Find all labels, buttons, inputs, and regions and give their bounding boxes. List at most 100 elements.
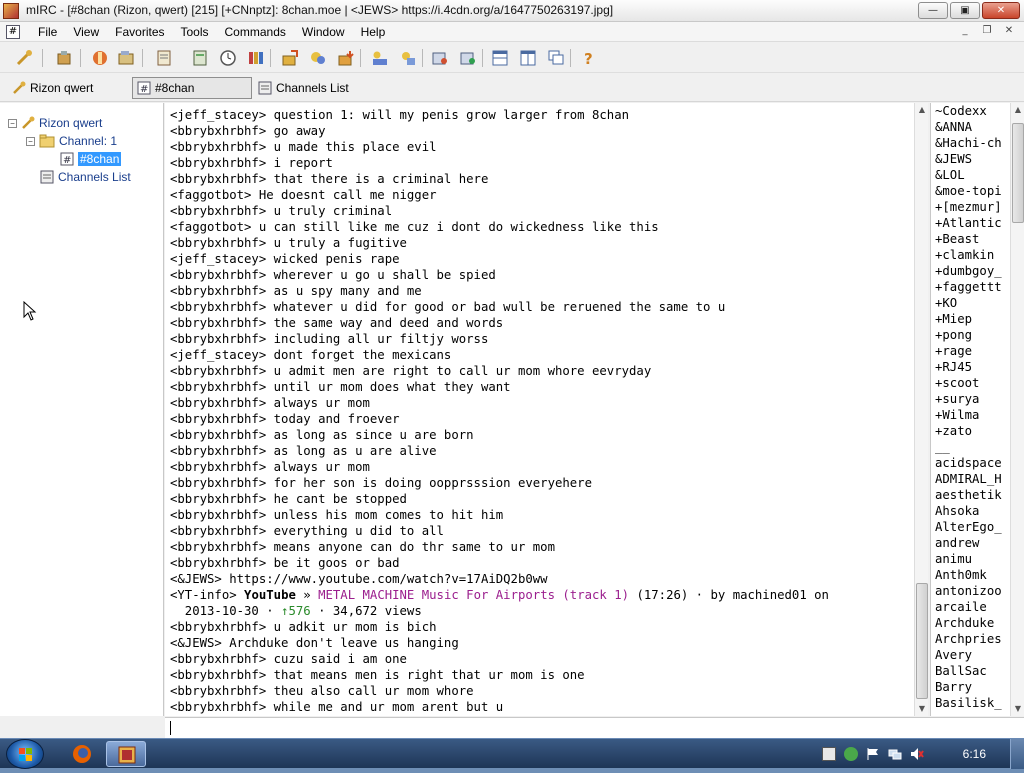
tree-server[interactable]: − Rizon qwert — [8, 115, 102, 131]
nick-entry[interactable]: aesthetik — [935, 487, 1002, 503]
online-icon[interactable] — [458, 48, 478, 68]
channel-window-icon[interactable]: # — [6, 25, 20, 39]
menu-help[interactable]: Help — [353, 24, 394, 40]
nick-list[interactable]: ~Codexx &ANNA &Hachi-ch &JEWS &LOL &moe-topi +… — [930, 103, 1010, 716]
nick-entry[interactable]: andrew — [935, 535, 1002, 551]
nick-entry[interactable]: acidspace — [935, 455, 1002, 471]
show-desktop-button[interactable] — [1010, 739, 1024, 769]
collapse-icon[interactable]: − — [8, 118, 17, 128]
nicklist-scrollbar[interactable]: ▲ ▼ — [1010, 103, 1024, 716]
nick-entry[interactable]: +KO — [935, 295, 1002, 311]
notes-tray-icon[interactable] — [822, 747, 836, 761]
action-center-flag-icon[interactable] — [866, 747, 880, 761]
switchbar-server[interactable]: Rizon qwert — [8, 77, 97, 99]
nick-entry[interactable]: +Wilma — [935, 407, 1002, 423]
mdi-minimize-button[interactable]: _ — [956, 24, 974, 39]
mdi-close-button[interactable]: ✕ — [1000, 24, 1018, 39]
mirc-app-icon[interactable] — [3, 3, 19, 19]
nick-entry[interactable]: +Atlantic — [935, 215, 1002, 231]
menu-file[interactable]: File — [30, 24, 65, 40]
chat-scrollbar[interactable]: ▲ ▼ — [914, 103, 928, 716]
logs-icon[interactable] — [430, 48, 450, 68]
nick-entry[interactable]: +faggettt — [935, 279, 1002, 295]
scroll-up-icon[interactable]: ▲ — [1011, 103, 1024, 117]
nick-entry[interactable]: Ahsoka — [935, 503, 1002, 519]
maximize-button[interactable]: ▣ — [950, 2, 980, 19]
taskbar-firefox[interactable] — [62, 741, 102, 767]
taskbar-mirc[interactable] — [106, 741, 146, 767]
menu-window[interactable]: Window — [294, 24, 353, 40]
tile-horizontal-icon[interactable] — [490, 48, 510, 68]
chat-window[interactable]: <jeff_stacey> question 1: will my penis … — [165, 103, 915, 716]
tree-channel-folder[interactable]: − Channel: 1 — [26, 133, 117, 149]
nick-entry[interactable]: +surya — [935, 391, 1002, 407]
nick-entry[interactable]: &ANNA — [935, 119, 1002, 135]
nick-entry[interactable]: Avery — [935, 647, 1002, 663]
nick-entry[interactable]: &moe-topi — [935, 183, 1002, 199]
nick-entry[interactable]: +Miep — [935, 311, 1002, 327]
nick-entry[interactable]: +scoot — [935, 375, 1002, 391]
nick-entry[interactable]: ~Codexx — [935, 103, 1002, 119]
url-list-icon[interactable] — [398, 48, 418, 68]
mdi-restore-button[interactable]: ❐ — [978, 24, 996, 39]
receive-file-icon[interactable] — [336, 48, 356, 68]
nick-entry[interactable]: +dumbgoy_ — [935, 263, 1002, 279]
send-file-icon[interactable] — [280, 48, 300, 68]
title-bar[interactable]: mIRC - [#8chan (Rizon, qwert) [215] [+CN… — [0, 0, 1024, 22]
nick-entry[interactable]: &LOL — [935, 167, 1002, 183]
chat-scroll-thumb[interactable] — [916, 583, 928, 699]
nicklist-scroll-thumb[interactable] — [1012, 123, 1024, 223]
close-button[interactable]: ✕ — [982, 2, 1020, 19]
connect-icon[interactable] — [14, 48, 34, 68]
taskbar-clock[interactable]: 6:16 — [963, 747, 986, 761]
tree-channels-list[interactable]: Channels List — [40, 169, 131, 185]
cascade-icon[interactable] — [546, 48, 566, 68]
message-input[interactable] — [165, 717, 1024, 738]
nick-entry[interactable]: Barry — [935, 679, 1002, 695]
scroll-down-icon[interactable]: ▼ — [915, 702, 929, 716]
nick-entry[interactable]: __ — [935, 439, 1002, 455]
nick-entry[interactable]: BallSac — [935, 663, 1002, 679]
switchbar-channels-list[interactable]: Channels List — [254, 77, 353, 99]
nick-entry[interactable]: +Beast — [935, 231, 1002, 247]
options-icon[interactable] — [54, 48, 74, 68]
menu-favorites[interactable]: Favorites — [107, 24, 172, 40]
network-tray-icon[interactable] — [888, 747, 902, 761]
nick-entry[interactable]: ADMIRAL_H — [935, 471, 1002, 487]
nick-entry[interactable]: Basilisk_ — [935, 695, 1002, 711]
nick-entry[interactable]: arcaile — [935, 599, 1002, 615]
nick-entry[interactable]: AlterEgo_ — [935, 519, 1002, 535]
nick-entry[interactable]: animu — [935, 551, 1002, 567]
chat-icon[interactable] — [308, 48, 328, 68]
timer-icon[interactable] — [218, 48, 238, 68]
channels-folder-icon[interactable] — [116, 48, 136, 68]
favorites-icon[interactable] — [90, 48, 110, 68]
menu-view[interactable]: View — [65, 24, 107, 40]
scripts-editor-icon[interactable] — [246, 48, 266, 68]
switchbar-channel[interactable]: # #8chan — [132, 77, 252, 99]
menu-commands[interactable]: Commands — [217, 24, 294, 40]
scroll-up-icon[interactable]: ▲ — [915, 103, 929, 117]
nick-entry[interactable]: +zato — [935, 423, 1002, 439]
minimize-button[interactable]: — — [918, 2, 948, 19]
help-icon[interactable]: ? — [578, 48, 598, 68]
tree-channel-8chan[interactable]: # #8chan — [60, 151, 122, 167]
menu-tools[interactable]: Tools — [173, 24, 217, 40]
start-button[interactable] — [6, 739, 44, 769]
volume-muted-icon[interactable] — [910, 747, 924, 761]
nick-entry[interactable]: Archduke — [935, 615, 1002, 631]
dcc-list-icon[interactable] — [190, 48, 210, 68]
address-book-icon[interactable] — [154, 48, 174, 68]
security-tray-icon[interactable] — [844, 747, 858, 761]
nick-entry[interactable]: +RJ45 — [935, 359, 1002, 375]
scroll-down-icon[interactable]: ▼ — [1011, 702, 1024, 716]
nick-entry[interactable]: +clamkin — [935, 247, 1002, 263]
tile-vertical-icon[interactable] — [518, 48, 538, 68]
nick-entry[interactable]: +[mezmur] — [935, 199, 1002, 215]
nick-entry[interactable]: Anth0mk — [935, 567, 1002, 583]
nick-entry[interactable]: +rage — [935, 343, 1002, 359]
nick-entry[interactable]: &Hachi-ch — [935, 135, 1002, 151]
nick-entry[interactable]: Archpries — [935, 631, 1002, 647]
nick-entry[interactable]: &JEWS — [935, 151, 1002, 167]
collapse-icon[interactable]: − — [26, 136, 35, 146]
